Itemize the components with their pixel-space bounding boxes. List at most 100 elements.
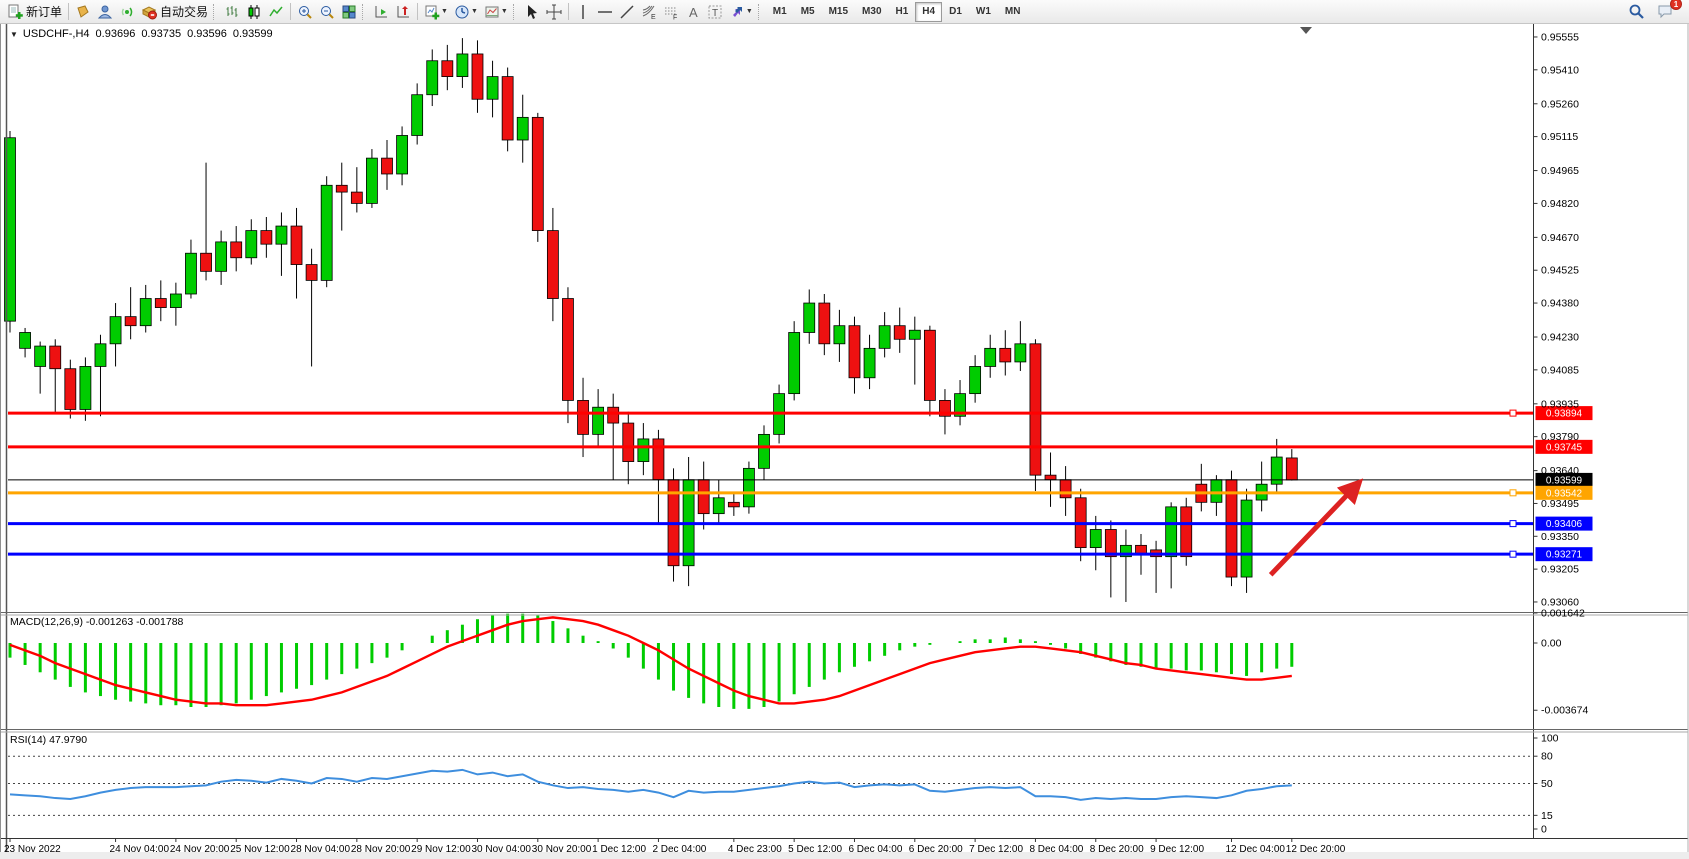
toolbar-divider <box>417 3 418 20</box>
candle <box>336 185 347 192</box>
collapse-indicator-icon[interactable]: ▼ <box>10 30 18 39</box>
line-chart-icon <box>268 4 284 20</box>
search-icon <box>1628 3 1645 20</box>
candle <box>1015 344 1026 362</box>
timeframe-m5[interactable]: M5 <box>794 2 822 22</box>
price-axis-label: 0.95410 <box>1541 64 1579 76</box>
time-axis-label: 1 Dec 12:00 <box>592 844 646 855</box>
candle <box>985 348 996 366</box>
hline-handle[interactable] <box>1510 551 1516 557</box>
chart-shift-button[interactable] <box>392 1 414 22</box>
timeframe-h1[interactable]: H1 <box>889 2 916 22</box>
line-chart-button[interactable] <box>265 1 287 22</box>
periods-button[interactable]: ▼ <box>451 1 481 22</box>
autotrade-button[interactable]: 自动交易 <box>138 1 211 22</box>
fibonacci-button[interactable]: E <box>638 1 660 22</box>
cursor-button[interactable] <box>521 1 543 22</box>
zoom-out-icon <box>319 4 335 20</box>
time-axis-label: 28 Nov 04:00 <box>291 844 351 855</box>
templates-caret: ▼ <box>501 8 508 15</box>
candle <box>457 54 468 77</box>
time-axis-label: 7 Dec 12:00 <box>969 844 1023 855</box>
channels-icon: F <box>663 4 679 20</box>
candle <box>185 253 196 294</box>
candle <box>849 326 860 378</box>
channels-button[interactable]: F <box>660 1 682 22</box>
bookmark-button[interactable] <box>72 1 94 22</box>
hline-handle[interactable] <box>1510 490 1516 496</box>
notifications-button[interactable]: 1 <box>1654 1 1677 22</box>
hline-handle[interactable] <box>1510 521 1516 527</box>
search-button[interactable] <box>1625 1 1648 22</box>
timeframe-mn[interactable]: MN <box>998 2 1028 22</box>
candlestick-chart-button[interactable] <box>243 1 265 22</box>
candle <box>276 226 287 244</box>
timeframe-h4[interactable]: H4 <box>915 2 942 22</box>
arrows-button[interactable]: ▼ <box>726 1 756 22</box>
candle <box>608 407 619 423</box>
candle <box>970 366 981 393</box>
rsi-axis-label: 50 <box>1541 778 1553 790</box>
candle <box>306 265 317 281</box>
templates-button[interactable]: ▼ <box>481 1 511 22</box>
vertical-line-button[interactable] <box>572 1 594 22</box>
new-order-label: 新订单 <box>26 3 62 20</box>
horizontal-line-button[interactable] <box>594 1 616 22</box>
candle <box>909 330 920 339</box>
candle <box>140 299 151 326</box>
signals-button[interactable] <box>116 1 138 22</box>
toolbar-divider <box>68 3 69 20</box>
bar-chart-button[interactable] <box>221 1 243 22</box>
autotrade-label: 自动交易 <box>160 3 208 20</box>
signals-icon <box>119 4 135 20</box>
timeframe-m30[interactable]: M30 <box>855 2 888 22</box>
candle <box>547 231 558 299</box>
trendline-button[interactable] <box>616 1 638 22</box>
tile-windows-icon <box>341 4 357 20</box>
price-axis-label: 0.93495 <box>1541 498 1579 510</box>
trend-arrow-annotation[interactable] <box>1271 482 1360 575</box>
candle <box>50 346 61 369</box>
zoom-out-button[interactable] <box>316 1 338 22</box>
crosshair-button[interactable] <box>543 1 565 22</box>
candle <box>894 326 905 340</box>
candle <box>623 423 634 461</box>
tile-windows-button[interactable] <box>338 1 360 22</box>
price-axis-label: 0.93350 <box>1541 531 1579 543</box>
timeframe-m15[interactable]: M15 <box>822 2 855 22</box>
new-chart-button[interactable]: ▼ <box>421 1 451 22</box>
timeframe-w1[interactable]: W1 <box>969 2 998 22</box>
chart-shift-marker <box>1300 27 1312 34</box>
price-axis-label: 0.94965 <box>1541 165 1579 177</box>
price-axis-label: 0.95260 <box>1541 98 1579 110</box>
candle <box>442 61 453 77</box>
time-axis-label: 24 Nov 04:00 <box>110 844 170 855</box>
rsi-pane <box>8 756 1534 815</box>
candle <box>879 326 890 349</box>
rsi-name: RSI(14) <box>10 734 46 746</box>
time-axis-label: 23 Nov 2022 <box>4 844 61 855</box>
candle <box>1241 500 1252 577</box>
zoom-in-button[interactable] <box>294 1 316 22</box>
text-button[interactable]: A <box>682 1 704 22</box>
auto-scroll-button[interactable] <box>370 1 392 22</box>
publisher-button[interactable] <box>94 1 116 22</box>
candle <box>698 480 709 514</box>
candle <box>65 369 76 410</box>
rsi-value: 47.9790 <box>49 734 87 746</box>
new-order-button[interactable]: 新订单 <box>4 1 65 22</box>
candle <box>804 303 815 332</box>
text-label-button[interactable]: T <box>704 1 726 22</box>
rsi-axis-label: 80 <box>1541 751 1553 763</box>
time-axis-label: 4 Dec 23:00 <box>728 844 782 855</box>
timeframe-m1[interactable]: M1 <box>766 2 794 22</box>
candle <box>80 366 91 409</box>
time-axis-label: 9 Dec 12:00 <box>1150 844 1204 855</box>
timeframe-d1[interactable]: D1 <box>942 2 969 22</box>
chart-canvas[interactable]: 0.938940.937450.935990.935420.934060.932… <box>0 24 1689 859</box>
time-axis-label: 25 Nov 12:00 <box>230 844 290 855</box>
candle <box>170 294 181 308</box>
time-axis-label: 24 Nov 20:00 <box>170 844 230 855</box>
candle <box>351 192 362 203</box>
hline-handle[interactable] <box>1510 410 1516 416</box>
